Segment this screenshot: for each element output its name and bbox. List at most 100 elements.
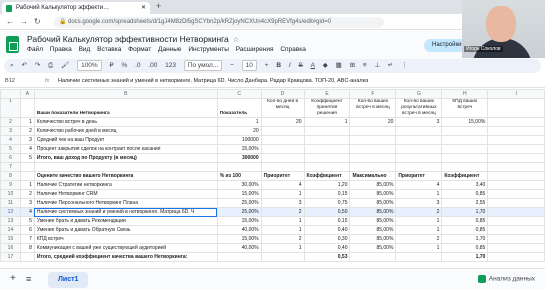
row-number[interactable]: 9 — [0, 180, 21, 190]
menu-edit[interactable]: Правка — [50, 46, 72, 53]
cell[interactable]: Коммуникация с вашей уже существующей ау… — [33, 243, 218, 253]
currency-button[interactable]: ₽ — [110, 59, 114, 73]
cell[interactable]: 0,85 — [441, 216, 489, 226]
cell[interactable]: 85,00% — [349, 180, 397, 190]
cell[interactable] — [395, 135, 443, 145]
cell[interactable] — [303, 162, 351, 172]
cell[interactable] — [487, 216, 545, 226]
cell[interactable]: Наличие Нетворкинг CRM — [33, 189, 218, 199]
cell[interactable]: 3 — [395, 117, 443, 127]
cell[interactable]: 30,00% — [216, 180, 262, 190]
cell[interactable] — [395, 144, 443, 154]
font-size-decrease[interactable]: − — [230, 59, 234, 73]
cell[interactable] — [487, 189, 545, 199]
sheets-logo-icon[interactable] — [6, 36, 19, 53]
cell[interactable] — [349, 153, 397, 163]
cell[interactable]: 0,40 — [303, 225, 351, 235]
cell[interactable] — [441, 135, 489, 145]
cell[interactable] — [349, 144, 397, 154]
row-number[interactable]: 11 — [0, 198, 21, 208]
active-cell[interactable]: Наличие системных знаний и умений в нетв… — [33, 207, 218, 217]
row-number[interactable]: 14 — [0, 225, 21, 235]
row-number[interactable]: 1 — [0, 98, 21, 118]
cell[interactable]: 2 — [395, 234, 443, 244]
cell[interactable]: 7 — [19, 234, 35, 244]
cell[interactable]: 1 — [395, 243, 443, 253]
sheet-tab-active[interactable]: Лист1 — [48, 272, 89, 288]
cell[interactable]: Количество рабочих дней в месяц — [33, 126, 218, 136]
cell[interactable] — [487, 98, 545, 118]
row-number[interactable]: 15 — [0, 234, 21, 244]
cell[interactable]: 20 — [349, 117, 397, 127]
cell[interactable]: 25,00% — [216, 207, 262, 217]
menu-extensions[interactable]: Расширения — [236, 46, 274, 53]
align-icon[interactable]: ≡ — [363, 59, 367, 73]
cell[interactable]: 1 — [395, 216, 443, 226]
decrease-decimal-icon[interactable]: .0 — [135, 59, 140, 73]
row-number[interactable]: 3 — [0, 126, 21, 136]
cell[interactable]: Умение брать и давать Рекомендации — [33, 216, 218, 226]
cell[interactable] — [487, 243, 545, 253]
menu-help[interactable]: Справка — [280, 46, 306, 53]
cell[interactable]: 0,30 — [303, 234, 351, 244]
cell[interactable] — [395, 126, 443, 136]
cell[interactable]: 2 — [395, 207, 443, 217]
cell[interactable] — [303, 135, 351, 145]
cell[interactable] — [487, 171, 545, 181]
close-tab-icon[interactable]: ✕ — [141, 2, 146, 14]
cell[interactable]: Оцените качество вашего Нетворкинга — [33, 171, 218, 181]
cell[interactable]: КПД встреч — [33, 234, 218, 244]
cell[interactable]: Кол-во ваших встреч в месяц — [349, 98, 397, 118]
cell[interactable] — [487, 135, 545, 145]
cell[interactable] — [441, 144, 489, 154]
browser-tab[interactable]: Рабочий Калькулятор эффекти… ✕ — [2, 2, 150, 14]
font-select[interactable]: По умол... — [183, 60, 223, 71]
cell[interactable] — [395, 153, 443, 163]
menu-insert[interactable]: Вставка — [97, 46, 121, 53]
column-header-g[interactable]: G — [395, 89, 443, 99]
cell[interactable]: 2 — [19, 189, 35, 199]
cell[interactable]: Приоритет — [260, 171, 305, 181]
cell[interactable]: Коэффициент — [303, 171, 351, 181]
all-sheets-icon[interactable]: ≡ — [26, 274, 31, 284]
cell[interactable]: 4 — [260, 180, 305, 190]
cell[interactable] — [260, 162, 305, 172]
cell[interactable]: 3 — [260, 198, 305, 208]
cell[interactable]: 3 — [19, 198, 35, 208]
row-number[interactable]: 16 — [0, 243, 21, 253]
cell[interactable]: 15,00% — [441, 117, 489, 127]
cell[interactable] — [19, 98, 35, 118]
cell[interactable] — [19, 171, 35, 181]
cell[interactable] — [303, 153, 351, 163]
back-icon[interactable]: ← — [6, 17, 14, 26]
cell[interactable] — [395, 252, 443, 262]
cell[interactable]: % из 100 — [216, 171, 262, 181]
reload-icon[interactable]: ↻ — [34, 17, 41, 26]
cell[interactable] — [303, 144, 351, 154]
row-number[interactable]: 17 — [0, 252, 21, 262]
column-header-i[interactable]: I — [487, 89, 545, 99]
cell[interactable] — [487, 198, 545, 208]
font-size-field[interactable]: 10 — [241, 60, 257, 71]
cell[interactable]: 85,00% — [349, 225, 397, 235]
cell[interactable]: 1,70 — [441, 207, 489, 217]
cell[interactable]: Кол-во дней в месяц — [260, 98, 305, 118]
text-color-button[interactable]: A — [311, 59, 315, 73]
cell[interactable]: 1 — [216, 117, 262, 127]
cell[interactable]: 4 — [19, 144, 35, 154]
cell[interactable]: 15,00% — [216, 234, 262, 244]
cell[interactable] — [19, 252, 35, 262]
add-sheet-icon[interactable]: + — [10, 273, 16, 284]
row-number[interactable]: 8 — [0, 171, 21, 181]
row-number[interactable]: 5 — [0, 144, 21, 154]
merge-cells-icon[interactable]: ⊞ — [350, 59, 355, 73]
cell[interactable]: Ваши показатели Нетворкинга — [33, 98, 218, 118]
row-number[interactable]: 2 — [0, 117, 21, 127]
cell[interactable]: Средний чек на ваш Продукт — [33, 135, 218, 145]
fill-color-icon[interactable]: ◆ — [323, 59, 328, 73]
cell[interactable]: 85,00% — [349, 243, 397, 253]
cell[interactable]: КПД ваших встреч — [441, 98, 489, 118]
cell[interactable]: 0,85 — [441, 243, 489, 253]
cell[interactable]: 0,85 — [441, 189, 489, 199]
cell[interactable]: 3 — [19, 135, 35, 145]
